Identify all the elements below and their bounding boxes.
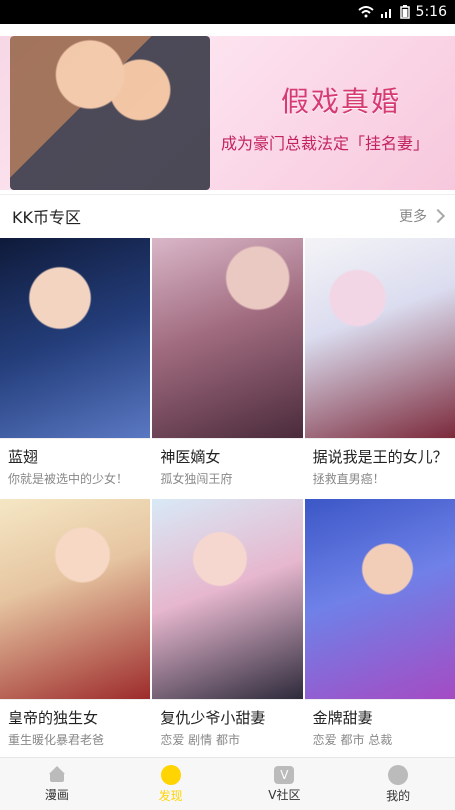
section-title: KK币专区: [12, 207, 81, 227]
time: 5:16: [415, 4, 447, 20]
comic-cover: [304, 238, 455, 439]
comic-title: 神医嫡女: [160, 448, 221, 466]
comic-card[interactable]: 复仇少爷小甜妻 恋爱 剧情 都市: [152, 499, 303, 758]
comic-card[interactable]: 金牌甜妻 恋爱 都市 总裁: [304, 499, 455, 758]
comic-cover: [0, 238, 151, 439]
chevron-right-icon: [430, 208, 446, 223]
comic-desc: 你就是被选中的少女！: [8, 472, 129, 486]
comic-card[interactable]: 据说我是王的女儿？ 拯救直男癌！: [304, 238, 455, 497]
more-link[interactable]: 更多: [399, 206, 446, 226]
tab-label: 漫画: [44, 787, 69, 802]
comic-cover: [0, 499, 151, 700]
comic-desc: 拯救直男癌！: [312, 472, 385, 486]
tab-label: 发现: [158, 788, 183, 803]
wifi-icon: [357, 6, 374, 18]
comic-desc: 恋爱 都市 总裁: [312, 733, 393, 747]
comic-desc: 恋爱 剧情 都市: [160, 733, 240, 747]
banner-title: 假戏真婚: [280, 85, 401, 118]
signal-icon: [380, 9, 391, 18]
promo-banner[interactable]: 假戏真婚 成为豪门总裁法定「挂名妻」: [0, 36, 455, 190]
section-header: KK币专区 更多: [0, 194, 455, 236]
bottom-navigation: 漫画 发现 V V社区 我的: [0, 757, 455, 810]
tab-label: V社区: [268, 787, 301, 802]
comic-card[interactable]: 蓝翅 你就是被选中的少女！: [0, 238, 151, 497]
comic-cover: [152, 499, 303, 700]
status-icons: [357, 5, 410, 19]
tab-discover[interactable]: 发现: [114, 764, 228, 804]
status-bar: 5:16: [0, 0, 455, 24]
discover-icon: [160, 764, 181, 785]
comic-title: 金牌甜妻: [312, 709, 373, 727]
comic-title: 皇帝的独生女: [8, 709, 99, 727]
battery-icon: [399, 5, 410, 19]
more-label: 更多: [399, 208, 427, 225]
comic-grid: 蓝翅 你就是被选中的少女！ 神医嫡女 孤女独闯王府 据说我是王的女儿？ 拯救直男…: [0, 238, 455, 758]
profile-icon: [388, 764, 409, 785]
v-community-icon: V: [274, 765, 295, 784]
comic-title: 复仇少爷小甜妻: [160, 709, 266, 727]
comic-desc: 重生暖化暴君老爸: [8, 733, 105, 747]
comic-cover: [152, 238, 303, 439]
comic-desc: 孤女独闯王府: [160, 472, 233, 486]
tab-mine[interactable]: 我的: [341, 764, 455, 804]
tab-label: 我的: [386, 788, 411, 803]
comic-title: 蓝翅: [8, 448, 39, 466]
comic-title: 据说我是王的女儿？: [312, 448, 448, 466]
tab-community[interactable]: V V社区: [228, 765, 342, 803]
home-icon: [47, 765, 67, 784]
comic-cover: [304, 499, 455, 700]
comic-card[interactable]: 皇帝的独生女 重生暖化暴君老爸: [0, 499, 151, 758]
tab-comics[interactable]: 漫画: [0, 765, 114, 803]
banner-subtitle: 成为豪门总裁法定「挂名妻」: [220, 134, 429, 153]
comic-card[interactable]: 神医嫡女 孤女独闯王府: [152, 238, 303, 497]
banner-illustration: [10, 36, 210, 190]
